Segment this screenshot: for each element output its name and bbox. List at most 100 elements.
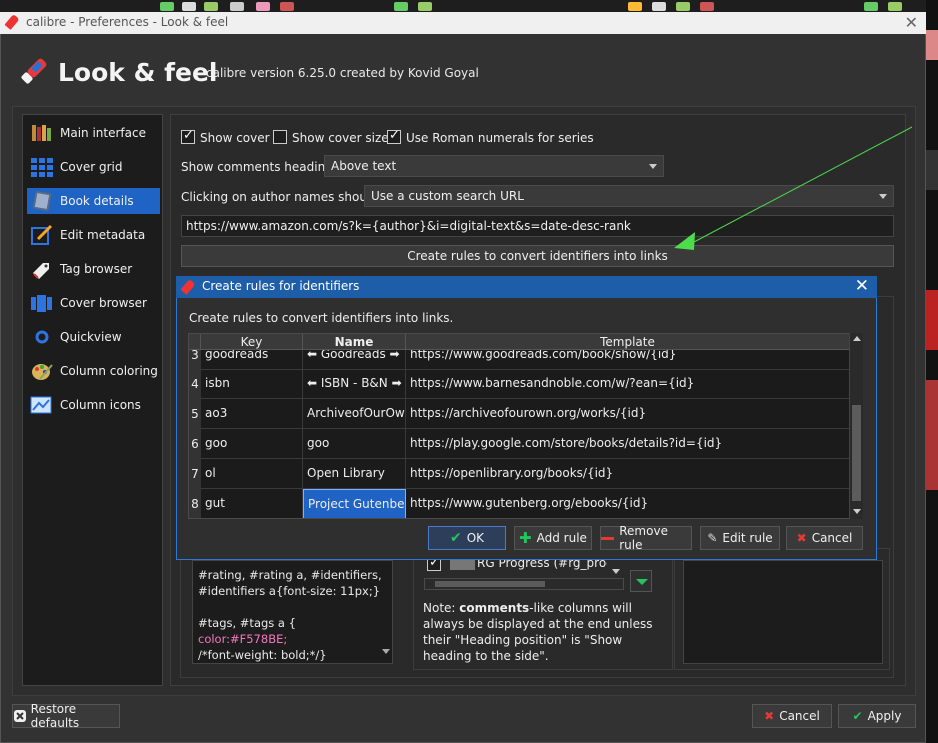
ok-button[interactable]: ✔ OK <box>428 526 506 550</box>
cell-key[interactable]: isbn <box>201 369 303 399</box>
scrollbar-thumb[interactable] <box>852 405 861 501</box>
background-taskbar-strip <box>0 0 938 12</box>
cell-template[interactable]: https://www.barnesandnoble.com/w/?ean={i… <box>406 369 850 399</box>
roman-numerals-label: Use Roman numerals for series <box>406 131 594 145</box>
sidebar-item-label: Column coloring <box>60 364 158 378</box>
table-row[interactable]: 6 goo goo https://play.google.com/store/… <box>189 429 850 459</box>
cell-key[interactable]: goo <box>201 429 303 459</box>
check-icon: ✔ <box>852 709 863 723</box>
sidebar-item-quickview[interactable]: Quickview <box>27 324 160 350</box>
restore-defaults-button[interactable]: Restore defaults <box>12 702 120 730</box>
author-click-select[interactable]: Use a custom search URL <box>364 185 894 207</box>
sidebar-item-label: Cover browser <box>60 296 147 310</box>
dialog-cancel-label: Cancel <box>811 531 853 545</box>
row-number: 6 <box>189 429 201 459</box>
dialog-titlebar: Create rules for identifiers ✕ <box>176 276 877 298</box>
sidebar-item-column-coloring[interactable]: Column coloring <box>27 358 160 384</box>
cell-key[interactable]: ol <box>201 459 303 489</box>
chevron-down-icon[interactable] <box>382 649 390 654</box>
roman-numerals-checkbox[interactable] <box>387 128 401 144</box>
plus-icon: ✚ <box>519 529 532 547</box>
window-close-button[interactable]: ✕ <box>905 13 918 32</box>
background-app-icon <box>256 2 270 11</box>
css-editor[interactable]: #rating, #rating a, #identifiers, #ident… <box>192 560 393 664</box>
comments-heading-label: Show comments heading: <box>181 160 337 174</box>
apply-label: Apply <box>867 709 902 723</box>
cell-template[interactable]: https://play.google.com/store/books/deta… <box>406 429 850 459</box>
sidebar-item-cover-grid[interactable]: Cover grid <box>27 154 160 180</box>
rules-table: Key Name Template 3 goodreads ⬅ Goodread… <box>188 333 863 519</box>
restore-defaults-icon <box>14 710 26 722</box>
right-list-box[interactable] <box>683 560 883 664</box>
move-down-button[interactable] <box>630 570 652 592</box>
create-rules-button[interactable]: Create rules to convert identifiers into… <box>181 245 894 267</box>
cell-template[interactable]: https://www.gutenberg.org/ebooks/{id} <box>406 489 850 518</box>
column-header-key[interactable]: Key <box>201 334 303 350</box>
calibre-icon <box>4 14 20 30</box>
cell-template[interactable]: https://openlibrary.org/books/{id} <box>406 459 850 489</box>
show-cover-size-checkbox[interactable] <box>273 130 287 144</box>
cell-name[interactable]: Open Library <box>303 459 406 489</box>
add-rule-label: Add rule <box>536 531 587 545</box>
scroll-down-arrow-icon[interactable] <box>852 507 862 515</box>
sidebar-item-book-details[interactable]: Book details <box>27 188 160 214</box>
cancel-button[interactable]: ✖ Cancel <box>752 704 832 728</box>
sidebar-item-label: Main interface <box>60 126 146 140</box>
sidebar-item-label: Tag browser <box>60 262 133 276</box>
background-app-icon <box>700 2 714 11</box>
ok-label: OK <box>466 531 485 545</box>
css-line: color:#F578BE; <box>198 632 288 646</box>
cell-name-selected[interactable]: Project Gutenberg <box>303 489 406 518</box>
column-header-name[interactable]: Name <box>303 334 406 350</box>
background-app-icon <box>204 2 218 11</box>
look-and-feel-brush-icon <box>21 58 47 84</box>
cell-name[interactable]: ⬅ ISBN - B&N ➡ <box>303 369 406 399</box>
table-row[interactable]: 7 ol Open Library https://openlibrary.or… <box>189 459 850 489</box>
cell-name[interactable]: goo <box>303 429 406 459</box>
edit-rule-button[interactable]: ✎ Edit rule <box>700 526 780 550</box>
sidebar-item-edit-metadata[interactable]: Edit metadata <box>27 222 160 248</box>
table-row[interactable]: 4 isbn ⬅ ISBN - B&N ➡ https://www.barnes… <box>189 369 850 399</box>
css-line: #rating, #rating a, #identifiers, <box>198 568 382 582</box>
dialog-close-button[interactable]: ✕ <box>855 276 869 296</box>
tag-browser-icon <box>30 259 54 279</box>
cover-browser-icon <box>30 293 54 313</box>
dialog-title: Create rules for identifiers <box>202 279 360 293</box>
show-cover-checkbox[interactable] <box>181 128 195 144</box>
add-rule-button[interactable]: ✚ Add rule <box>514 526 592 550</box>
sidebar-item-cover-browser[interactable]: Cover browser <box>27 290 160 316</box>
scroll-down-arrow-icon[interactable] <box>610 566 622 578</box>
table-vertical-scrollbar[interactable] <box>849 333 863 519</box>
quickview-icon <box>30 327 54 347</box>
sidebar-item-column-icons[interactable]: Column icons <box>27 392 160 418</box>
column-header-template[interactable]: Template <box>406 334 850 350</box>
sidebar-item-main-interface[interactable]: Main interface <box>27 120 160 146</box>
horizontal-scrollbar[interactable] <box>424 578 624 590</box>
comments-heading-select[interactable]: Above text <box>324 155 664 177</box>
row-number: 4 <box>189 369 201 399</box>
note-prefix: Note: <box>423 601 460 615</box>
remove-rule-button[interactable]: Remove rule <box>600 524 692 552</box>
page-title: Look & feel <box>58 58 218 87</box>
sidebar-item-label: Quickview <box>60 330 122 344</box>
cancel-x-icon: ✖ <box>764 709 775 723</box>
column-coloring-icon <box>30 361 54 381</box>
cell-key[interactable]: gut <box>201 489 303 518</box>
table-row[interactable]: 8 gut Project Gutenberg https://www.gute… <box>189 489 850 518</box>
category-sidebar: Main interface Cover grid Book details E… <box>22 114 163 686</box>
cell-name[interactable]: ArchiveofOurOwn <box>303 399 406 429</box>
dialog-cancel-button[interactable]: ✖ Cancel <box>786 526 863 550</box>
scroll-up-arrow-icon[interactable] <box>852 335 862 343</box>
table-row[interactable]: 5 ao3 ArchiveofOurOwn https://archiveofo… <box>189 399 850 429</box>
edit-metadata-icon <box>30 224 54 245</box>
css-line: #tags, #tags a { <box>198 616 296 630</box>
cell-key[interactable]: ao3 <box>201 399 303 429</box>
dialog-description: Create rules to convert identifiers into… <box>189 311 454 325</box>
apply-button[interactable]: ✔ Apply <box>838 704 916 728</box>
author-click-value: Use a custom search URL <box>371 189 524 203</box>
sidebar-item-tag-browser[interactable]: Tag browser <box>27 256 160 282</box>
cover-grid-icon <box>30 157 54 177</box>
background-app-icon <box>628 2 642 11</box>
cell-template[interactable]: https://archiveofourown.org/works/{id} <box>406 399 850 429</box>
search-url-input[interactable]: https://www.amazon.com/s?k={author}&i=di… <box>181 215 894 237</box>
